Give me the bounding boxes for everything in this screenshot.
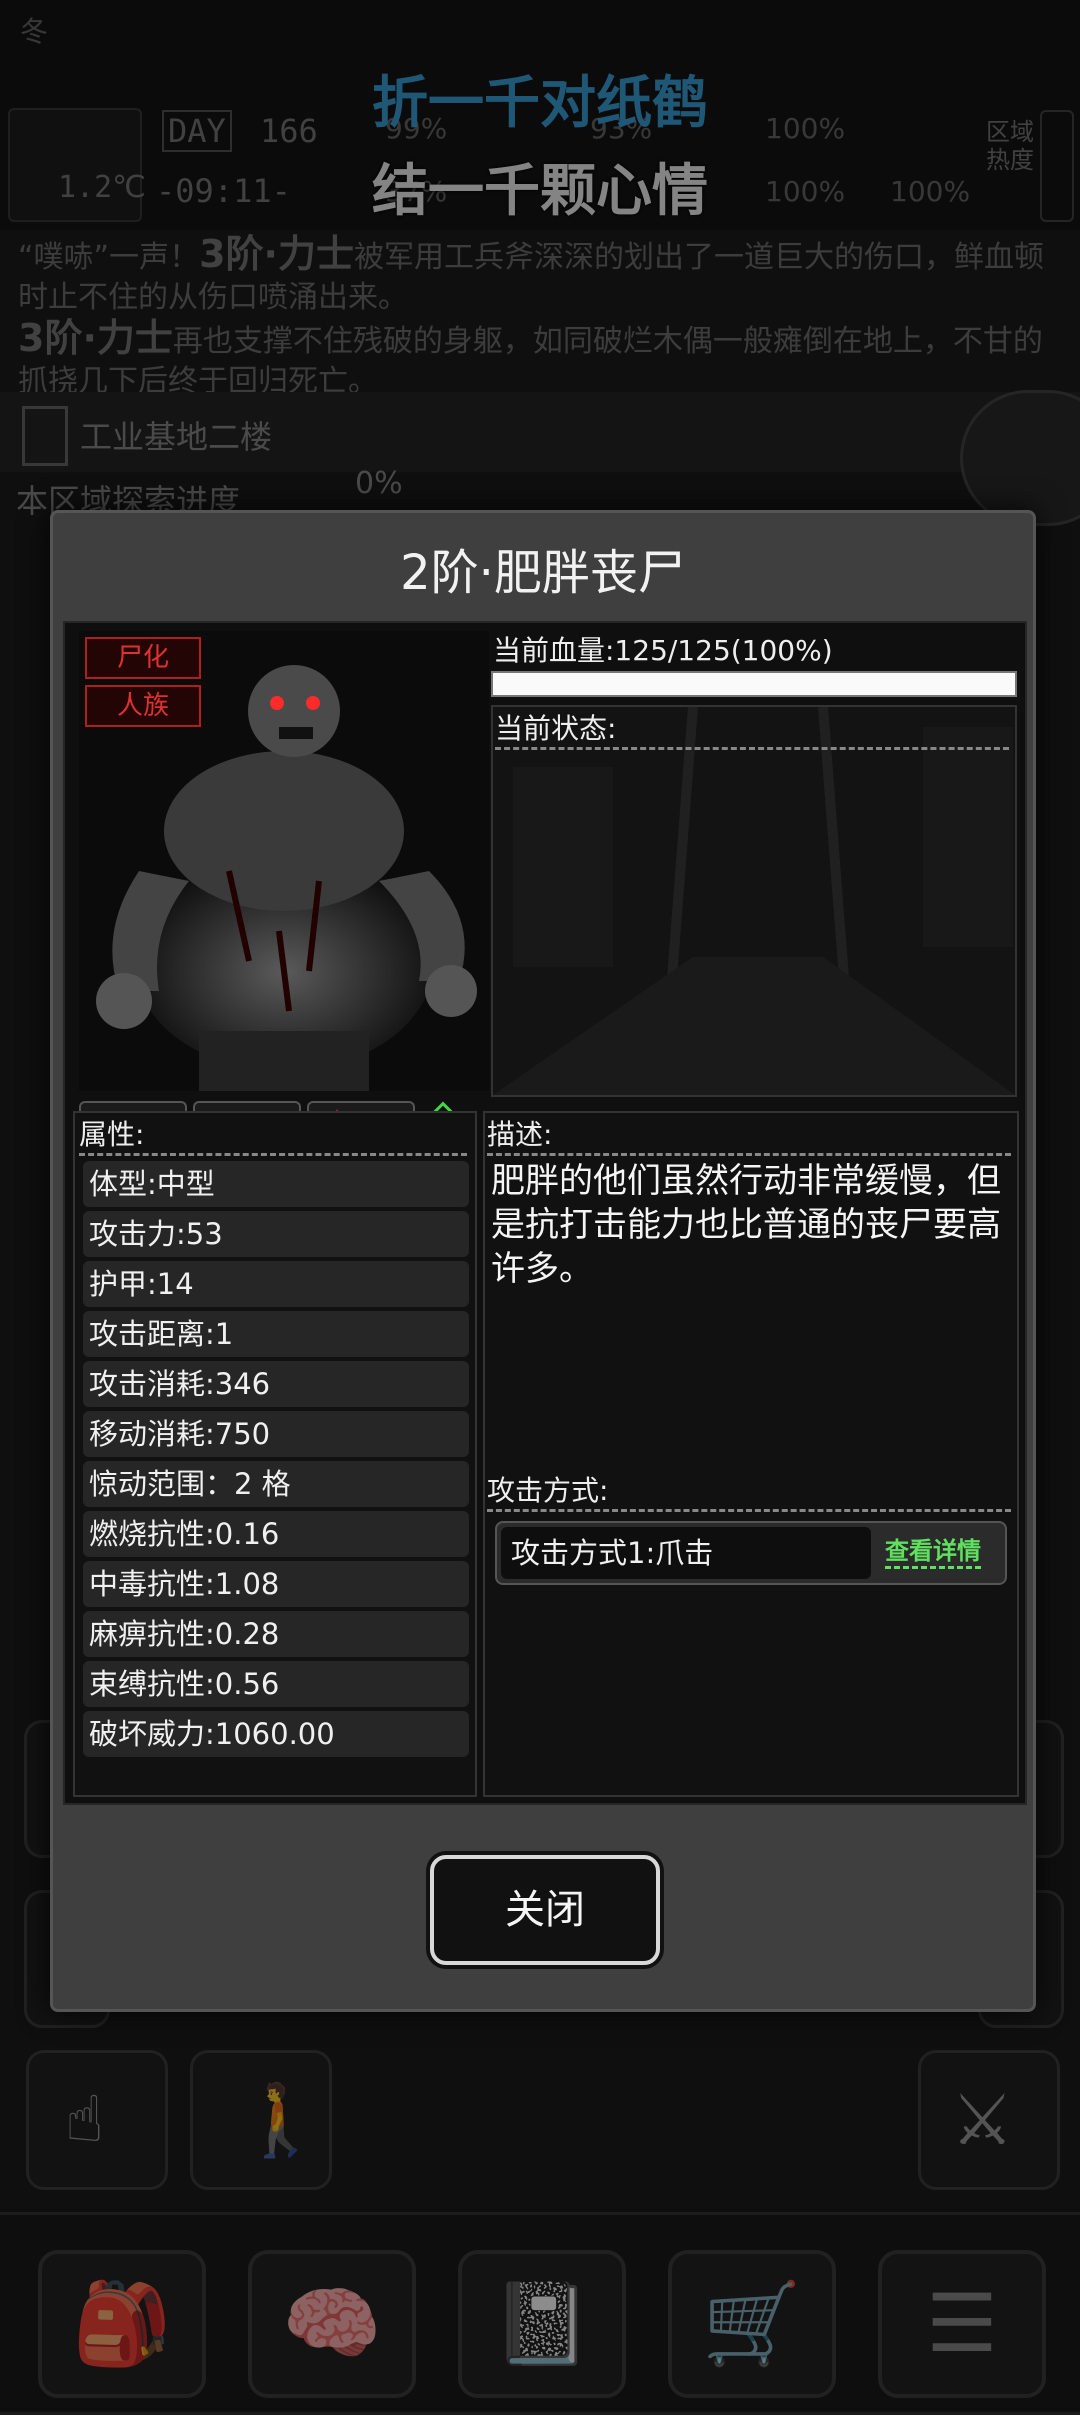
attack-divider [487, 1509, 1011, 1512]
attr-poison-resist: 中毒抗性:1.08 [83, 1561, 469, 1607]
description-divider [487, 1153, 1011, 1156]
description-label: 描述: [487, 1118, 553, 1151]
attack-name: 攻击方式1:爪击 [501, 1527, 871, 1579]
attr-alert-range: 惊动范围：2 格 [83, 1461, 469, 1507]
attributes-divider [79, 1153, 467, 1156]
close-button[interactable]: 关闭 [430, 1855, 660, 1965]
status-divider [495, 747, 1009, 750]
status-label: 当前状态: [495, 712, 617, 745]
attack-label: 攻击方式: [487, 1474, 609, 1507]
description-panel: 描述: 肥胖的他们虽然行动非常缓慢，但是抗打击能力也比普通的丧尸要高许多。 攻击… [483, 1111, 1019, 1797]
corridor-background [493, 707, 1015, 1095]
attributes-panel: 属性: 体型:中型 攻击力:53 护甲:14 攻击距离:1 攻击消耗:346 移… [73, 1111, 477, 1797]
attr-bind-resist: 束缚抗性:0.56 [83, 1661, 469, 1707]
attr-attack-range: 攻击距离:1 [83, 1311, 469, 1357]
status-panel: 当前状态: [491, 705, 1017, 1097]
attr-size: 体型:中型 [83, 1161, 469, 1207]
hp-bar-fill [493, 673, 1015, 695]
monster-portrait: 尸化 人族 [79, 631, 489, 1091]
description-text: 肥胖的他们虽然行动非常缓慢，但是抗打击能力也比普通的丧尸要高许多。 [491, 1161, 1001, 1289]
attack-row: 攻击方式1:爪击 查看详情 [495, 1521, 1007, 1585]
hp-bar [491, 671, 1017, 697]
tag-human: 人族 [85, 685, 201, 727]
tag-zombified: 尸化 [85, 637, 201, 679]
attributes-label: 属性: [79, 1118, 145, 1151]
attr-fire-resist: 燃烧抗性:0.16 [83, 1511, 469, 1557]
attr-attack: 攻击力:53 [83, 1211, 469, 1257]
attr-attack-cost: 攻击消耗:346 [83, 1361, 469, 1407]
dialog-body: 尸化 人族 迟钝 迟钝 普通 ? 当前血量:125/125(100%) [63, 621, 1027, 1805]
view-details-link[interactable]: 查看详情 [885, 1531, 981, 1569]
attr-armor: 护甲:14 [83, 1261, 469, 1307]
attr-paralysis-resist: 麻痹抗性:0.28 [83, 1611, 469, 1657]
monster-name: 2阶·肥胖丧尸 [400, 545, 686, 601]
monster-info-dialog: 2阶·肥胖丧尸 尸化 人族 当前血量:125/125(100%) 当前状态: 属… [50, 510, 1036, 2012]
attr-destruction-power: 破坏威力:1060.00 [83, 1711, 469, 1757]
attr-move-cost: 移动消耗:750 [83, 1411, 469, 1457]
hp-text: 当前血量:125/125(100%) [493, 634, 833, 667]
